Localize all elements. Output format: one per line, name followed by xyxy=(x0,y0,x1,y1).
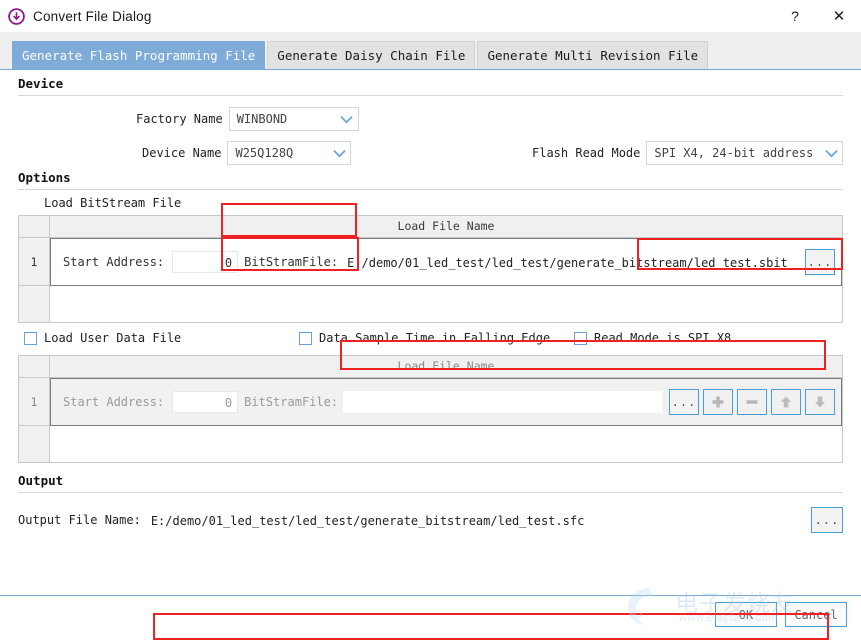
table-row: 1 Start Address: 0 BitStramFile: E:/demo… xyxy=(19,238,842,286)
flash-read-mode-label: Flash Read Mode xyxy=(532,146,641,160)
flash-read-mode-row: Flash Read Mode SPI X4, 24-bit address xyxy=(532,141,844,165)
tab-strip: Generate Flash Programming File Generate… xyxy=(0,32,861,70)
output-file-name-label: Output File Name: xyxy=(18,513,141,527)
flash-read-mode-select[interactable]: SPI X4, 24-bit address xyxy=(646,141,844,165)
dialog-footer: OK Cancel xyxy=(0,595,861,642)
table-header-row: Load File Name xyxy=(19,356,842,378)
download-circle-icon xyxy=(8,7,25,25)
device-name-label: Device Name xyxy=(142,146,222,160)
output-file-name-input[interactable]: E:/demo/01_led_test/led_test/generate_bi… xyxy=(144,507,805,533)
output-section-title: Output xyxy=(18,473,64,488)
device-name-select[interactable]: W25Q128Q xyxy=(227,141,352,165)
options-checkbox-row: Load User Data File Data Sample Time in … xyxy=(0,327,861,355)
table-header-row: Load File Name xyxy=(19,216,842,238)
checkbox-label: Load User Data File xyxy=(44,331,182,345)
checkbox-data-sample-time-falling-edge[interactable]: Data Sample Time in Falling Edge xyxy=(299,331,550,345)
row-number: 1 xyxy=(19,238,50,286)
dialog-body: Device Factory Name WINBOND Device Name … xyxy=(0,70,861,642)
checkbox-box[interactable] xyxy=(574,331,587,345)
tab-generate-daisy-chain-file[interactable]: Generate Daisy Chain File xyxy=(267,41,476,69)
checkbox-box[interactable] xyxy=(24,331,37,345)
table-empty-gutter xyxy=(19,426,50,462)
table-empty-body xyxy=(50,426,842,462)
table-row: 1 Start Address: 0 BitStramFile: ... xyxy=(19,378,842,426)
options-section-title: Options xyxy=(18,170,71,185)
chevron-down-icon xyxy=(336,115,358,124)
factory-name-select[interactable]: WINBOND xyxy=(228,107,359,131)
factory-name-row: Factory Name WINBOND xyxy=(136,107,359,131)
start-address-input[interactable]: 0 xyxy=(172,251,239,273)
start-address-label: Start Address: xyxy=(63,395,165,409)
bitstream-file-label: BitStramFile: xyxy=(244,395,339,409)
chevron-down-icon xyxy=(820,149,842,158)
checkbox-label: Read Mode is SPI X8 xyxy=(594,331,732,345)
device-section-title: Device xyxy=(18,76,64,91)
factory-name-value: WINBOND xyxy=(236,112,288,126)
table-column-load-file-name: Load File Name xyxy=(397,219,495,233)
chevron-down-icon xyxy=(328,149,350,158)
device-fields: Factory Name WINBOND Device Name W25Q128… xyxy=(0,96,861,271)
move-down-icon[interactable] xyxy=(805,389,835,415)
device-name-value: W25Q128Q xyxy=(235,146,294,160)
browse-bitstream-button[interactable]: ... xyxy=(805,249,835,275)
browse-user-data-button[interactable]: ... xyxy=(669,389,699,415)
row-content: Start Address: 0 BitStramFile: E:/demo/0… xyxy=(50,238,842,286)
checkbox-load-user-data-file[interactable]: Load User Data File xyxy=(24,331,181,345)
cancel-button[interactable]: Cancel xyxy=(785,602,847,627)
user-data-file-table: Load File Name 1 Start Address: 0 BitStr… xyxy=(18,355,843,463)
start-address-label: Start Address: xyxy=(63,255,165,269)
table-empty-area xyxy=(19,286,842,322)
table-empty-body xyxy=(50,286,842,322)
window-title: Convert File Dialog xyxy=(33,8,152,24)
user-data-file-input[interactable] xyxy=(342,390,663,414)
window-controls: ? ✕ xyxy=(773,0,861,32)
start-address-input[interactable]: 0 xyxy=(172,391,239,413)
row-number: 1 xyxy=(19,378,50,426)
bitstream-file-input[interactable]: E:/demo/01_led_test/led_test/generate_bi… xyxy=(342,250,799,274)
title-bar: Convert File Dialog ? ✕ xyxy=(0,0,861,32)
tab-generate-multi-revision-file[interactable]: Generate Multi Revision File xyxy=(477,41,709,69)
bitstream-file-label: BitStramFile: xyxy=(244,255,339,269)
table-empty-area xyxy=(19,426,842,462)
output-file-row: Output File Name: E:/demo/01_led_test/le… xyxy=(18,507,843,533)
ok-button[interactable]: OK xyxy=(715,602,777,627)
flash-read-mode-value: SPI X4, 24-bit address xyxy=(654,146,814,160)
checkbox-box[interactable] xyxy=(299,331,312,345)
remove-icon[interactable] xyxy=(737,389,767,415)
close-button[interactable]: ✕ xyxy=(817,0,861,32)
row-content: Start Address: 0 BitStramFile: ... xyxy=(50,378,842,426)
move-up-icon[interactable] xyxy=(771,389,801,415)
output-section-divider xyxy=(18,492,843,493)
help-button[interactable]: ? xyxy=(773,0,817,32)
checkbox-label: Data Sample Time in Falling Edge xyxy=(319,331,551,345)
tab-generate-flash-programming-file[interactable]: Generate Flash Programming File xyxy=(12,41,266,69)
table-column-load-file-name: Load File Name xyxy=(397,359,495,373)
browse-output-button[interactable]: ... xyxy=(811,507,843,533)
table-empty-gutter xyxy=(19,286,50,322)
add-icon[interactable] xyxy=(703,389,733,415)
table-corner-cell xyxy=(19,216,50,237)
load-bitstream-file-caption: Load BitStream File xyxy=(44,196,182,210)
table-corner-cell xyxy=(19,356,50,377)
checkbox-read-mode-spi-x8[interactable]: Read Mode is SPI X8 xyxy=(574,331,731,345)
bitstream-file-table: Load File Name 1 Start Address: 0 BitStr… xyxy=(18,215,843,323)
device-name-row: Device Name W25Q128Q xyxy=(142,141,352,165)
factory-name-label: Factory Name xyxy=(136,112,223,126)
